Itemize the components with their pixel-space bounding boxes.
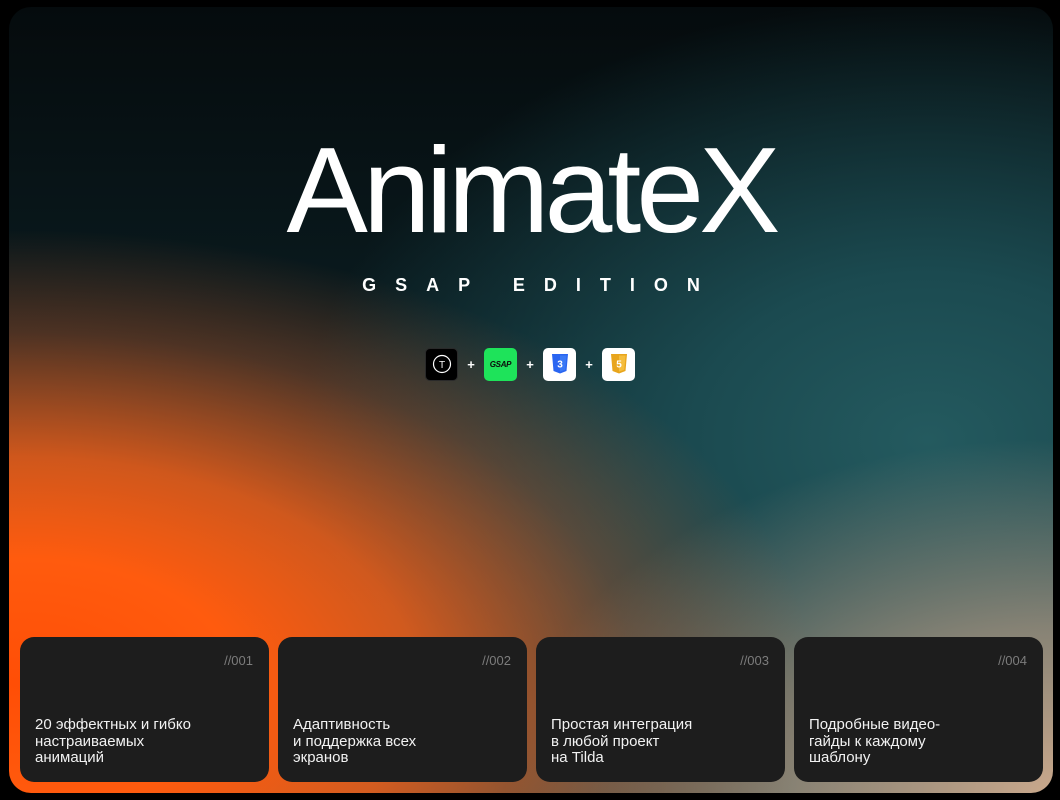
plus-sign: + bbox=[526, 356, 534, 372]
hero-banner: AnimateX GSAP EDITION T + GSAP + 3 + 5 /… bbox=[9, 7, 1053, 793]
feature-card-1: //001 20 эффектных и гибко настраиваемых… bbox=[20, 637, 269, 782]
product-subtitle: GSAP EDITION bbox=[362, 275, 719, 295]
gsap-label: GSAP bbox=[489, 359, 512, 369]
feature-description: Простая интеграция в любой проект на Til… bbox=[551, 716, 693, 766]
tilda-icon: T bbox=[425, 347, 458, 381]
plus-sign: + bbox=[467, 356, 475, 372]
css3-number: 3 bbox=[557, 360, 563, 371]
feature-number: //001 bbox=[224, 653, 253, 668]
feature-card-2: //002 Адаптивность и поддержка всех экра… bbox=[278, 637, 527, 782]
feature-description: Подробные видео- гайды к каждому шаблону bbox=[809, 716, 941, 766]
feature-number: //002 bbox=[482, 653, 511, 668]
tech-stack: T + GSAP + 3 + 5 bbox=[425, 347, 635, 381]
feature-number: //004 bbox=[998, 653, 1027, 668]
feature-card-3: //003 Простая интеграция в любой проект … bbox=[536, 637, 785, 782]
feature-cards: //001 20 эффектных и гибко настраиваемых… bbox=[20, 637, 1044, 782]
tilda-letter: T bbox=[438, 360, 444, 371]
html5-icon: 5 bbox=[602, 347, 635, 381]
html5-number: 5 bbox=[616, 360, 622, 371]
plus-sign: + bbox=[585, 356, 593, 372]
gsap-icon: GSAP bbox=[484, 347, 517, 381]
css3-icon: 3 bbox=[543, 347, 576, 381]
product-title: AnimateX bbox=[286, 122, 781, 258]
feature-card-4: //004 Подробные видео- гайды к каждому ш… bbox=[794, 637, 1043, 782]
feature-description: Адаптивность и поддержка всех экранов bbox=[293, 716, 417, 766]
feature-number: //003 bbox=[740, 653, 769, 668]
feature-description: 20 эффектных и гибко настраиваемых анима… bbox=[35, 716, 191, 766]
